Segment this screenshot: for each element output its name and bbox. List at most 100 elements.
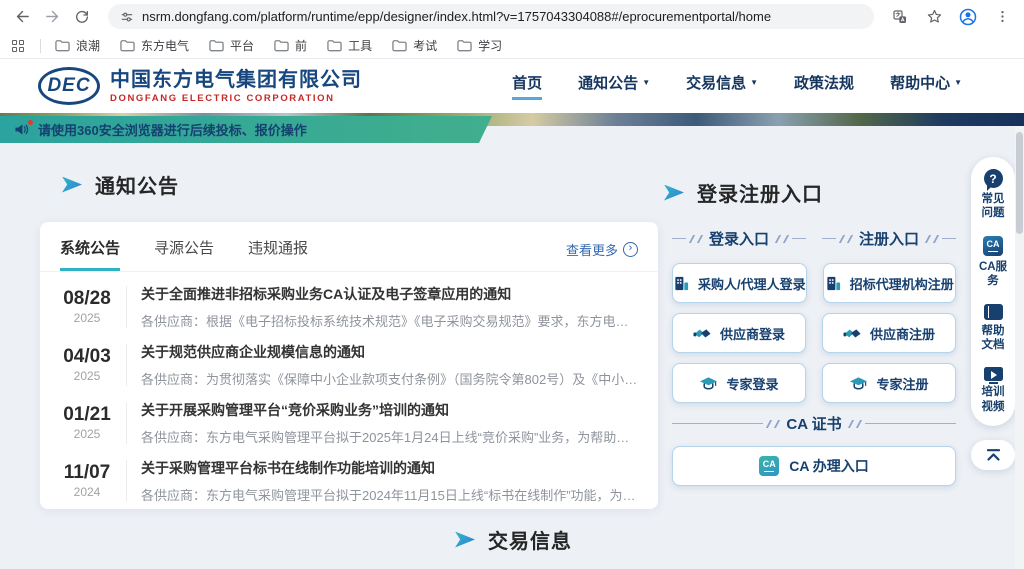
forward-icon[interactable] bbox=[40, 5, 64, 29]
site-settings-icon[interactable] bbox=[120, 10, 134, 24]
profile-avatar-icon[interactable] bbox=[956, 5, 980, 29]
supplier-register-button[interactable]: 供应商注册 bbox=[822, 313, 956, 353]
section-arrow-icon bbox=[62, 177, 82, 193]
notice-list-item[interactable]: 11/07 2024 关于采购管理平台标书在线制作功能培训的通知 各供应商：东方… bbox=[40, 452, 658, 510]
supplier-login-button[interactable]: 供应商登录 bbox=[672, 313, 806, 353]
notice-date: 11/07 2024 bbox=[60, 463, 114, 500]
book-icon bbox=[984, 304, 1003, 320]
notice-desc: 各供应商：东方电气采购管理平台拟于2025年1月24日上线“竞价采购”业务，为帮… bbox=[141, 427, 638, 446]
chevron-down-icon: ▼ bbox=[750, 78, 758, 87]
chevron-down-icon: ▼ bbox=[642, 78, 650, 87]
chevron-right-circle-icon: › bbox=[623, 242, 638, 257]
company-logo[interactable]: DEC 中国东方电气集团有限公司 DONGFANG ELECTRIC CORPO… bbox=[38, 67, 362, 105]
bookmark-folder[interactable]: 平台 bbox=[209, 37, 254, 54]
app-window: nsrm.dongfang.com/platform/runtime/epp/d… bbox=[0, 0, 1024, 569]
bookmark-folder[interactable]: 考试 bbox=[392, 37, 437, 54]
sidebar-item-ca-service[interactable]: CA CA服务 bbox=[978, 236, 1008, 289]
sidebar-item-help-docs[interactable]: 帮助文档 bbox=[978, 304, 1008, 353]
apps-grid-icon[interactable] bbox=[12, 40, 24, 52]
notice-date: 04/03 2025 bbox=[60, 347, 114, 384]
notices-tabs: 系统公告 寻源公告 违规通报 查看更多 › bbox=[40, 222, 658, 272]
divider bbox=[126, 344, 127, 386]
notice-title[interactable]: 关于采购管理平台标书在线制作功能培训的通知 bbox=[141, 458, 638, 478]
ca-apply-button[interactable]: CA CA 办理入口 bbox=[672, 446, 956, 486]
folder-icon bbox=[55, 39, 70, 52]
nav-item-notices[interactable]: 通知公告 ▼ bbox=[578, 72, 650, 100]
bookmark-folder[interactable]: 浪潮 bbox=[55, 37, 100, 54]
folder-icon bbox=[392, 39, 407, 52]
tab-system-notices[interactable]: 系统公告 bbox=[60, 237, 120, 271]
nav-item-policies[interactable]: 政策法规 bbox=[794, 72, 854, 100]
bidding-agency-register-button[interactable]: 招标代理机构注册 bbox=[823, 263, 956, 303]
expert-login-button[interactable]: 专家登录 bbox=[672, 363, 806, 403]
graduation-cap-icon bbox=[849, 376, 868, 391]
view-more-link[interactable]: 查看更多 › bbox=[566, 240, 638, 269]
notices-card: 系统公告 寻源公告 违规通报 查看更多 › 08/28 2025 关于全面推进非… bbox=[40, 222, 658, 509]
video-icon bbox=[984, 367, 1003, 381]
main-nav: 首页 通知公告 ▼ 交易信息 ▼ 政策法规 帮助中心 ▼ bbox=[512, 72, 962, 100]
folder-icon bbox=[120, 39, 135, 52]
translate-icon[interactable] bbox=[888, 5, 912, 29]
url-bar[interactable]: nsrm.dongfang.com/platform/runtime/epp/d… bbox=[108, 4, 874, 29]
folder-icon bbox=[274, 39, 289, 52]
login-register-panel: 登录入口 注册入口 采购人/代理人登录 招标代理机构注册 供应商登录 bbox=[672, 228, 956, 486]
handshake-icon bbox=[693, 326, 712, 340]
register-column-header: 注册入口 bbox=[822, 228, 956, 249]
notice-desc: 各供应商：为贯彻落实《保障中小企业款项支付条例》（国务院令第802号）及《中小企… bbox=[141, 369, 638, 388]
back-icon[interactable] bbox=[10, 5, 34, 29]
ca-badge-icon: CA bbox=[983, 236, 1003, 256]
question-bubble-icon: ? bbox=[984, 169, 1003, 188]
notice-title[interactable]: 关于开展采购管理平台“竞价采购业务”培训的通知 bbox=[141, 400, 638, 420]
chevron-up-bar-icon bbox=[985, 448, 1002, 462]
folder-icon bbox=[327, 39, 342, 52]
sidebar-item-training-videos[interactable]: 培训视频 bbox=[978, 367, 1008, 414]
notification-dot bbox=[28, 120, 33, 125]
tab-violation-reports[interactable]: 违规通报 bbox=[248, 237, 308, 271]
company-name-en: DONGFANG ELECTRIC CORPORATION bbox=[110, 93, 362, 104]
chevron-down-icon: ▼ bbox=[954, 78, 962, 87]
login-column-header: 登录入口 bbox=[672, 228, 806, 249]
notice-desc: 各供应商：东方电气采购管理平台拟于2024年11月15日上线“标书在线制作”功能… bbox=[141, 485, 638, 504]
scrollbar-thumb[interactable] bbox=[1016, 132, 1023, 234]
sidebar-item-faq[interactable]: ? 常见问题 bbox=[978, 169, 1008, 221]
speaker-icon bbox=[14, 123, 29, 136]
section-arrow-icon bbox=[664, 185, 684, 201]
bookmark-folder[interactable]: 前 bbox=[274, 37, 307, 54]
site-header: DEC 中国东方电气集团有限公司 DONGFANG ELECTRIC CORPO… bbox=[0, 59, 1024, 113]
bookmark-folder[interactable]: 学习 bbox=[457, 37, 502, 54]
expert-register-button[interactable]: 专家注册 bbox=[822, 363, 956, 403]
notice-list-item[interactable]: 04/03 2025 关于规范供应商企业规模信息的通知 各供应商：为贯彻落实《保… bbox=[40, 336, 658, 394]
notice-title[interactable]: 关于规范供应商企业规模信息的通知 bbox=[141, 342, 638, 362]
notice-title[interactable]: 关于全面推进非招标采购业务CA认证及电子签章应用的通知 bbox=[141, 284, 638, 304]
bookmark-star-icon[interactable] bbox=[922, 5, 946, 29]
purchaser-agent-login-button[interactable]: 采购人/代理人登录 bbox=[672, 263, 807, 303]
notice-desc: 各供应商：根据《电子招标投标系统技术规范》《电子采购交易规范》要求，东方电气采购… bbox=[141, 311, 638, 330]
bookmark-folder[interactable]: 东方电气 bbox=[120, 37, 189, 54]
notice-date: 08/28 2025 bbox=[60, 289, 114, 326]
divider bbox=[126, 286, 127, 328]
folder-icon bbox=[209, 39, 224, 52]
browser-menu-icon[interactable] bbox=[990, 5, 1014, 29]
back-to-top-button[interactable] bbox=[971, 440, 1015, 470]
notices-section-heading: 通知公告 bbox=[62, 170, 179, 199]
bookmarks-bar: 浪潮 东方电气 平台 前 工具 考试 学习 bbox=[0, 33, 1024, 59]
section-title: 通知公告 bbox=[95, 170, 179, 199]
graduation-cap-icon bbox=[699, 376, 718, 391]
ca-badge-icon: CA bbox=[759, 456, 779, 476]
notice-date: 01/21 2025 bbox=[60, 405, 114, 442]
building-icon bbox=[825, 275, 842, 292]
nav-item-help-center[interactable]: 帮助中心 ▼ bbox=[890, 72, 962, 100]
url-text[interactable]: nsrm.dongfang.com/platform/runtime/epp/d… bbox=[142, 9, 771, 24]
section-arrow-icon bbox=[455, 532, 475, 548]
bookmarks-separator bbox=[40, 39, 41, 53]
nav-item-home[interactable]: 首页 bbox=[512, 72, 542, 100]
login-section-heading: 登录注册入口 bbox=[664, 178, 823, 207]
nav-item-trade-info[interactable]: 交易信息 ▼ bbox=[686, 72, 758, 100]
ca-certificate-header: CA 证书 bbox=[672, 413, 956, 434]
reload-icon[interactable] bbox=[70, 5, 94, 29]
tab-sourcing-notices[interactable]: 寻源公告 bbox=[154, 237, 214, 271]
trade-section-heading: 交易信息 bbox=[455, 525, 572, 554]
notice-list-item[interactable]: 08/28 2025 关于全面推进非招标采购业务CA认证及电子签章应用的通知 各… bbox=[40, 278, 658, 336]
bookmark-folder[interactable]: 工具 bbox=[327, 37, 372, 54]
notice-list-item[interactable]: 01/21 2025 关于开展采购管理平台“竞价采购业务”培训的通知 各供应商：… bbox=[40, 394, 658, 452]
